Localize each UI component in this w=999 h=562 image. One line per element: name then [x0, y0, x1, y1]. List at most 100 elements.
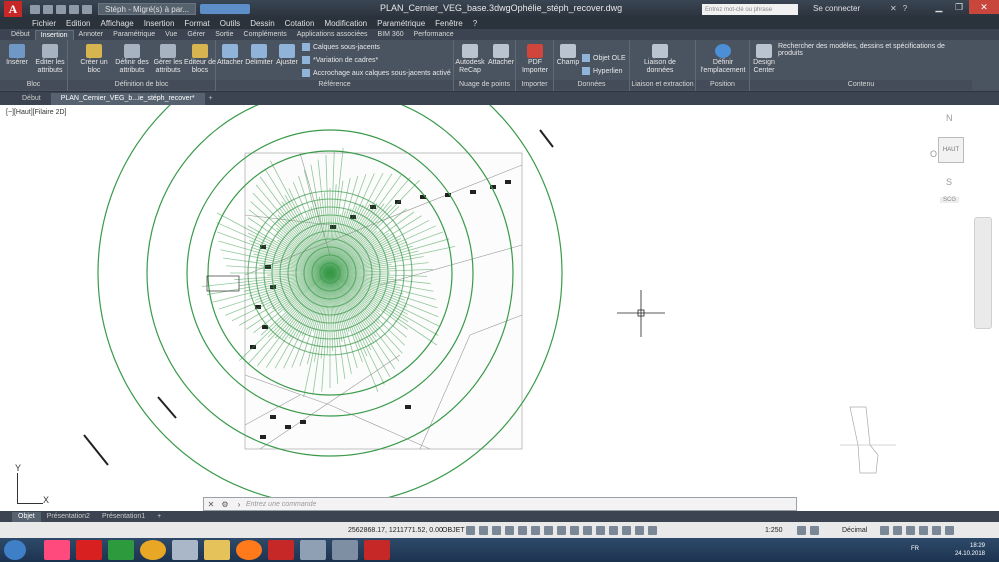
insert-button[interactable]: Insérer [4, 44, 30, 67]
lock-ui-icon[interactable] [893, 525, 902, 535]
hyperlink-button[interactable]: Hyperlien [582, 67, 623, 75]
menu-item[interactable]: Outils [220, 19, 240, 28]
language-indicator[interactable]: FR [911, 546, 919, 552]
ribbon-tab[interactable]: Applications associées [292, 30, 373, 40]
workspace-dropdown[interactable]: Stéph - Migré(s) à par... [98, 3, 197, 15]
design-center-button[interactable]: Design Center [750, 44, 778, 75]
customize-icon[interactable] [945, 525, 954, 535]
underlay-layers-option[interactable]: Calques sous-jacents [302, 43, 380, 51]
panel-label-data[interactable]: Données [554, 80, 629, 90]
recap-button[interactable]: Autodesk ReCap [454, 44, 486, 75]
menu-item[interactable]: Format [184, 19, 209, 28]
define-attributes-button[interactable]: Définir des attributs [114, 44, 150, 75]
help-icon[interactable]: ? [903, 4, 907, 13]
tab-model[interactable]: Objet [12, 511, 41, 522]
panel-label-linking[interactable]: Liaison et extraction [630, 80, 695, 90]
ortho-icon[interactable] [492, 525, 501, 535]
manage-attributes-button[interactable]: Gérer les attributs [152, 44, 184, 75]
open-icon[interactable] [43, 4, 53, 14]
set-location-button[interactable]: Définir l'emplacement [698, 44, 748, 75]
new-icon[interactable] [30, 4, 40, 14]
tab-layout2[interactable]: Présentation2 [41, 512, 96, 522]
menu-item[interactable]: Modification [324, 19, 367, 28]
save-as-icon[interactable] [69, 4, 79, 14]
pen-app-icon[interactable] [332, 540, 358, 560]
ribbon-tab[interactable]: Performance [409, 30, 459, 40]
polar-icon[interactable] [505, 525, 514, 535]
otrack-icon[interactable] [531, 525, 540, 535]
autocad-task-icon[interactable] [268, 540, 294, 560]
selection-cycling-icon[interactable] [570, 525, 579, 535]
plus-icon[interactable] [810, 525, 819, 535]
compass-north[interactable]: N [946, 113, 953, 123]
minimize-icon[interactable]: ▁ [929, 0, 949, 14]
wrench-icon[interactable]: ⚙ [218, 500, 232, 509]
media-app-icon[interactable] [300, 540, 326, 560]
firefox-icon[interactable] [236, 540, 262, 560]
menu-item[interactable]: Affichage [100, 19, 133, 28]
exchange-icon[interactable]: ✕ [890, 4, 897, 13]
maximize-icon[interactable]: ❐ [949, 0, 969, 14]
menu-item[interactable]: Fichier [32, 19, 56, 28]
ole-object-button[interactable]: Objet OLE [582, 54, 626, 62]
tab-start[interactable]: Début [12, 93, 51, 105]
adjust-button[interactable]: Ajuster [274, 44, 300, 67]
lineweight-icon[interactable] [544, 525, 553, 535]
acrobat-icon[interactable] [76, 540, 102, 560]
autocad-task-icon-2[interactable] [364, 540, 390, 560]
panel-label-location[interactable]: Position [696, 80, 749, 90]
pdf-import-button[interactable]: PDF Importer [518, 44, 552, 75]
compass-west[interactable]: O [930, 149, 937, 159]
close-icon[interactable]: ✕ [969, 0, 999, 14]
sign-in-button[interactable]: Se connecter [813, 4, 860, 13]
ribbon-tab[interactable]: Annoter [74, 30, 109, 40]
close-icon[interactable]: ✕ [204, 500, 218, 509]
panel-label-point-cloud[interactable]: Nuage de points [454, 80, 515, 90]
chart-app-icon[interactable] [108, 540, 134, 560]
panel-label-content[interactable]: Contenu [750, 80, 972, 90]
gear-icon[interactable] [797, 525, 806, 535]
chrome-icon[interactable] [140, 540, 166, 560]
autocad-logo-button[interactable]: A [4, 1, 22, 17]
ribbon-tab[interactable]: Vue [160, 30, 182, 40]
grid-icon[interactable] [466, 525, 475, 535]
viewport-controls[interactable]: [−][Haut][Filaire 2D] [6, 109, 67, 116]
ribbon-tab[interactable]: Insertion [34, 29, 74, 40]
navigation-bar[interactable] [974, 217, 992, 329]
start-button[interactable] [4, 540, 26, 560]
panel-label-definition[interactable]: Définition de bloc [68, 80, 215, 90]
osnap-icon[interactable] [518, 525, 527, 535]
field-button[interactable]: Champ [556, 44, 580, 67]
ucs-menu[interactable]: SCG [940, 197, 960, 203]
ribbon-tab[interactable]: Compléments [239, 30, 292, 40]
clip-button[interactable]: Délimiter [244, 44, 274, 67]
ribbon-tab[interactable]: Sortie [210, 30, 238, 40]
transparency-icon[interactable] [557, 525, 566, 535]
menu-item[interactable]: ? [473, 19, 477, 28]
panel-label-reference[interactable]: Référence [216, 80, 453, 90]
coordinates-readout[interactable]: 2562868.17, 1211771.52, 0.00 [348, 527, 443, 534]
annotation-visibility-icon[interactable] [635, 525, 644, 535]
file-explorer-icon[interactable] [204, 540, 230, 560]
dynamic-ucs-icon[interactable] [596, 525, 605, 535]
snap-icon[interactable] [479, 525, 488, 535]
selection-filter-icon[interactable] [609, 525, 618, 535]
isolate-icon[interactable] [906, 525, 915, 535]
gizmo-icon[interactable] [622, 525, 631, 535]
menu-item[interactable]: Fenêtre [435, 19, 463, 28]
snap-underlays-dropdown[interactable]: Accrochage aux calques sous-jacents acti… [302, 69, 451, 77]
panel-label-bloc[interactable]: Bloc [0, 80, 67, 90]
data-link-button[interactable]: Liaison de données [640, 44, 680, 75]
add-layout-icon[interactable]: + [151, 512, 167, 522]
clock[interactable]: 18:29 24.10.2018 [955, 542, 985, 558]
annotation-scale-dropdown[interactable]: 1:250 [765, 527, 783, 534]
viewcube-top-face[interactable]: HAUT [938, 137, 964, 163]
command-line[interactable]: ✕ ⚙ › Entrez une commande [203, 497, 797, 511]
menu-item[interactable]: Paramétrique [377, 19, 425, 28]
ribbon-tab[interactable]: BIM 360 [373, 30, 409, 40]
share-button[interactable] [200, 4, 251, 14]
viewcube[interactable]: N O HAUT S SCG [930, 113, 974, 209]
help-search-input[interactable]: Entrez mot-clé ou phrase [702, 4, 798, 15]
panel-label-import[interactable]: Importer [516, 80, 553, 90]
model-space-button[interactable]: OBJET [442, 527, 465, 534]
